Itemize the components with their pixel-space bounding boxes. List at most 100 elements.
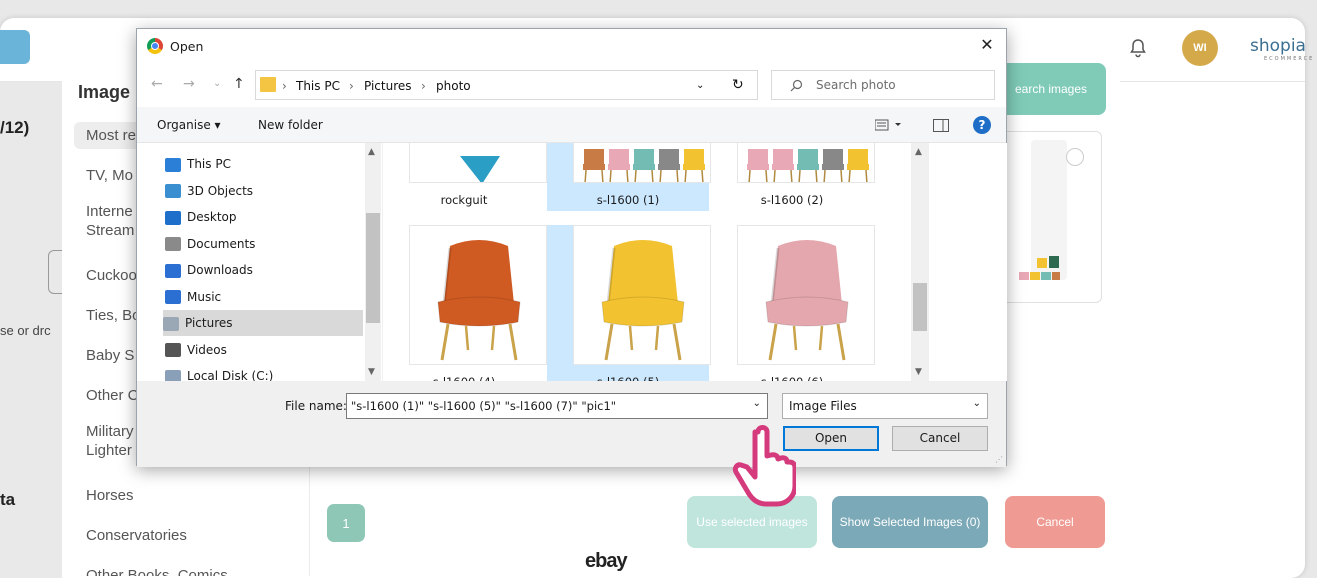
file-type-select[interactable]: Image Files ⌄ [782, 393, 988, 419]
music-icon [165, 290, 181, 304]
chevron-down-icon[interactable]: ⌄ [696, 80, 704, 91]
bell-icon[interactable] [1129, 38, 1149, 58]
search-placeholder: Search photo [816, 78, 896, 92]
preview-pane [931, 143, 1007, 381]
file-scroll-thumb[interactable] [913, 283, 927, 331]
navigation-pane: This PC 3D Objects Desktop Documents Downloa… [137, 143, 382, 381]
nav-item[interactable]: Videos [165, 337, 365, 363]
recent-locations-icon[interactable]: ⌄ [213, 78, 221, 89]
nav-item[interactable]: Downloads [165, 257, 365, 283]
forward-arrow-icon[interactable]: → [183, 76, 195, 92]
up-arrow-icon[interactable]: ↑ [233, 76, 245, 92]
file-item[interactable]: s-l1600 (6) [711, 225, 875, 381]
refresh-icon[interactable]: ↻ [732, 77, 744, 93]
file-list: rockguit s-l1600 (1) s-l1600 (2) s-l1600 (4… [383, 143, 931, 381]
nav-item-label: Local Disk (C:) [187, 369, 274, 381]
preview-pane-icon[interactable] [933, 119, 949, 132]
file-item[interactable]: rockguit [383, 143, 547, 211]
file-name: s-l1600 (2) [760, 193, 824, 207]
avatar[interactable]: WI [1182, 30, 1218, 66]
nav-item[interactable]: Documents [165, 231, 365, 257]
brand-name: shopia [1250, 36, 1306, 56]
address-bar[interactable]: › This PC › Pictures › photo ⌄ ↻ [255, 70, 758, 100]
brand-logo: shopia ECOMMERCE [1250, 36, 1314, 62]
modal-cancel-button[interactable]: Cancel [1005, 496, 1105, 548]
chairs-mini-thumbnail [1019, 256, 1060, 280]
page-1-button[interactable]: 1 [327, 504, 365, 542]
view-options-icon[interactable] [875, 119, 905, 131]
open-button[interactable]: Open [783, 426, 879, 451]
nav-item-label: 3D Objects [187, 183, 254, 198]
scroll-up-icon[interactable]: ▲ [368, 147, 375, 157]
category-item[interactable]: Conservatories [74, 522, 308, 549]
file-item[interactable]: s-l1600 (5) [547, 225, 711, 381]
dialog-toolbar: Organise ▾ New folder ? [137, 107, 1006, 143]
select-radio[interactable] [1066, 148, 1084, 166]
image-card[interactable] [1000, 131, 1102, 303]
nav-item[interactable]: This PC [165, 151, 365, 177]
file-scrollbar[interactable]: ▲ ▼ [911, 143, 929, 381]
chevron-down-icon[interactable]: ⌄ [973, 398, 981, 409]
file-name-input[interactable]: "s-l1600 (1)" "s-l1600 (5)" "s-l1600 (7)… [346, 393, 768, 419]
close-icon[interactable]: ✕ [976, 34, 998, 56]
breadcrumb-pictures[interactable]: Pictures [364, 79, 412, 93]
download-icon [165, 263, 181, 278]
pc-icon [165, 157, 181, 172]
new-folder-button[interactable]: New folder [258, 118, 323, 132]
chrome-icon [147, 38, 163, 54]
drop-hint: se or drc [0, 323, 51, 338]
brand-subtitle: ECOMMERCE [1264, 56, 1315, 62]
nav-item-label: Documents [187, 236, 256, 251]
file-name-label: File name: [285, 399, 347, 413]
chair-thumbnail [737, 225, 875, 365]
breadcrumb-sep: › [349, 79, 354, 93]
breadcrumb-this-pc[interactable]: This PC [296, 79, 340, 93]
nav-scroll-thumb[interactable] [366, 213, 380, 323]
chair-thumbnail [409, 225, 547, 365]
search-input[interactable]: Search photo [771, 70, 995, 100]
file-name: s-l1600 (1) [596, 193, 660, 207]
file-name: rockguit [440, 193, 488, 207]
scroll-up-icon[interactable]: ▲ [915, 147, 922, 157]
nav-item[interactable]: Music [165, 284, 365, 310]
chevron-down-icon[interactable]: ⌄ [753, 398, 761, 409]
open-file-dialog: Open ✕ ← → ⌄ ↑ › This PC › Pictures › ph… [136, 28, 1007, 467]
search-images-button[interactable]: earch images [996, 63, 1106, 115]
dialog-footer: File name: "s-l1600 (1)" "s-l1600 (5)" "… [137, 381, 1006, 467]
nav-item-label: Pictures [185, 316, 233, 330]
category-item[interactable]: Horses [74, 482, 308, 509]
chairs-thumbnail [573, 143, 711, 183]
ebay-logo: ebay [585, 550, 628, 572]
nav-item-label: Videos [187, 342, 227, 357]
nav-item[interactable]: Desktop [165, 204, 365, 230]
nav-item-label: Music [187, 289, 222, 304]
nav-item[interactable]: Local Disk (C:) [165, 363, 365, 381]
show-selected-images-button[interactable]: Show Selected Images (0) [832, 496, 988, 548]
nav-item-label: Desktop [187, 210, 237, 224]
help-icon[interactable]: ? [973, 116, 991, 134]
scroll-down-icon[interactable]: ▼ [915, 367, 922, 377]
breadcrumb-sep: › [282, 79, 287, 93]
video-icon [165, 343, 181, 357]
cube-icon [165, 184, 181, 198]
file-item[interactable]: s-l1600 (4) [383, 225, 547, 381]
nav-scrollbar[interactable]: ▲ ▼ [365, 143, 381, 381]
organise-button[interactable]: Organise ▾ [157, 118, 221, 132]
cancel-button[interactable]: Cancel [892, 426, 988, 451]
category-item[interactable]: Other Books, Comics [74, 562, 308, 576]
modal-title: Image [78, 82, 131, 102]
file-name-value: "s-l1600 (1)" "s-l1600 (5)" "s-l1600 (7)… [351, 399, 617, 413]
dialog-title: Open [170, 39, 204, 54]
menu-button[interactable] [0, 30, 30, 64]
nav-item[interactable]: Pictures [163, 310, 363, 336]
file-item[interactable]: s-l1600 (2) [711, 143, 875, 211]
nav-item[interactable]: 3D Objects [165, 178, 365, 204]
file-item[interactable]: s-l1600 (1) [547, 143, 711, 211]
folder-icon [260, 77, 276, 92]
section-heading: ta [0, 490, 16, 509]
breadcrumb-photo[interactable]: photo [436, 79, 471, 93]
back-arrow-icon[interactable]: ← [151, 76, 163, 92]
pointer-hand-icon [732, 425, 796, 507]
resize-grip-icon[interactable]: ⋰ [995, 455, 1003, 464]
scroll-down-icon[interactable]: ▼ [368, 367, 375, 377]
